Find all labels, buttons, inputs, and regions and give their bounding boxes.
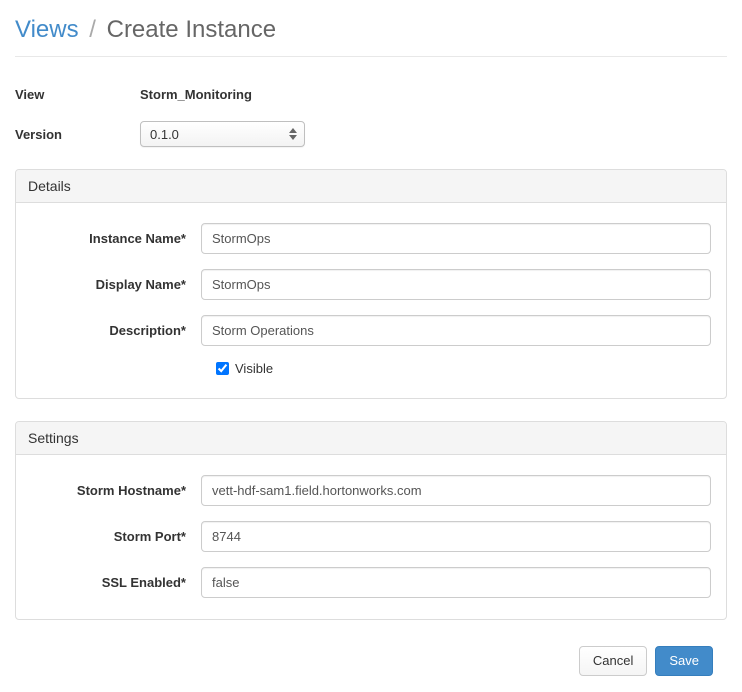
ssl-enabled-label: SSL Enabled* — [31, 575, 201, 590]
storm-hostname-row: Storm Hostname* — [31, 475, 711, 506]
cancel-button[interactable]: Cancel — [579, 646, 647, 676]
storm-port-input[interactable] — [201, 521, 711, 552]
details-panel: Details Instance Name* Display Name* Des… — [15, 169, 727, 399]
view-value: Storm_Monitoring — [140, 87, 252, 102]
breadcrumb-current: Create Instance — [107, 16, 276, 43]
version-row: Version 0.1.0 — [15, 121, 727, 147]
version-label: Version — [15, 127, 140, 142]
instance-name-input[interactable] — [201, 223, 711, 254]
storm-hostname-input[interactable] — [201, 475, 711, 506]
visible-checkbox-label[interactable]: Visible — [216, 361, 273, 376]
instance-name-row: Instance Name* — [31, 223, 711, 254]
chevron-updown-icon — [289, 128, 297, 140]
display-name-row: Display Name* — [31, 269, 711, 300]
header-divider — [15, 56, 727, 57]
display-name-label: Display Name* — [31, 277, 201, 292]
create-instance-page: Views / Create Instance View Storm_Monit… — [0, 0, 742, 692]
ssl-enabled-input[interactable] — [201, 567, 711, 598]
description-label: Description* — [31, 323, 201, 338]
view-label: View — [15, 87, 140, 102]
visible-checkbox[interactable] — [216, 362, 229, 375]
display-name-input[interactable] — [201, 269, 711, 300]
description-row: Description* — [31, 315, 711, 346]
meta-section: View Storm_Monitoring Version 0.1.0 — [15, 81, 727, 147]
settings-panel-title: Settings — [16, 422, 726, 455]
settings-panel: Settings Storm Hostname* Storm Port* SSL… — [15, 421, 727, 620]
save-button[interactable]: Save — [655, 646, 713, 676]
storm-hostname-label: Storm Hostname* — [31, 483, 201, 498]
view-row: View Storm_Monitoring — [15, 81, 727, 107]
version-select-value: 0.1.0 — [150, 127, 179, 142]
settings-panel-body: Storm Hostname* Storm Port* SSL Enabled* — [16, 455, 726, 619]
details-panel-title: Details — [16, 170, 726, 203]
storm-port-label: Storm Port* — [31, 529, 201, 544]
version-select[interactable]: 0.1.0 — [140, 121, 305, 147]
breadcrumb-views-link[interactable]: Views — [15, 16, 79, 43]
instance-name-label: Instance Name* — [31, 231, 201, 246]
page-title: Views / Create Instance — [15, 16, 727, 44]
breadcrumb-separator: / — [89, 16, 96, 43]
form-actions: Cancel Save — [15, 646, 713, 676]
visible-checkbox-row: Visible — [31, 361, 711, 378]
description-input[interactable] — [201, 315, 711, 346]
visible-checkbox-text: Visible — [235, 361, 273, 376]
storm-port-row: Storm Port* — [31, 521, 711, 552]
ssl-enabled-row: SSL Enabled* — [31, 567, 711, 598]
details-panel-body: Instance Name* Display Name* Description… — [16, 203, 726, 398]
